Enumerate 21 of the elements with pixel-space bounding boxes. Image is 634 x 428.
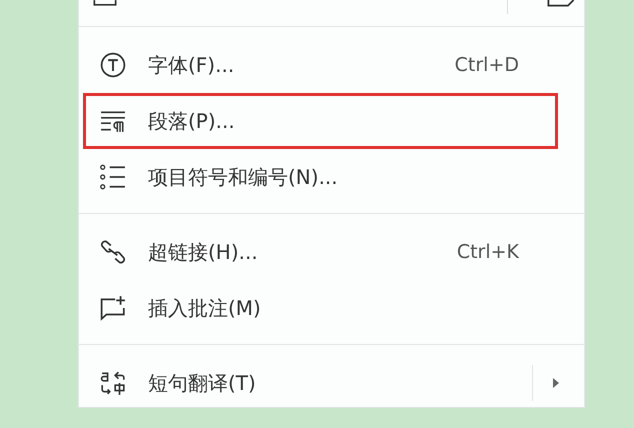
menu-item-label: 项目符号和编号(N)... bbox=[148, 164, 338, 190]
menu-item[interactable]: 插入批注(M) bbox=[83, 280, 558, 336]
menu-item[interactable]: 短句翻译(T) bbox=[83, 355, 558, 411]
menu-item-label: 字体(F)... bbox=[148, 52, 234, 78]
link-icon bbox=[100, 239, 126, 265]
translate-icon bbox=[100, 370, 126, 396]
box-icon bbox=[93, 0, 117, 7]
letter-t-circle-icon bbox=[100, 52, 126, 78]
box-icon bbox=[546, 0, 576, 7]
menu-item[interactable]: 段落(P)... bbox=[83, 93, 558, 149]
shortcut-label: Ctrl+K bbox=[456, 241, 519, 263]
menu-item[interactable]: 超链接(H)... Ctrl+K bbox=[83, 224, 558, 280]
add-comment-icon bbox=[100, 295, 126, 321]
shortcut-label: Ctrl+D bbox=[454, 54, 519, 76]
menu-item-label: 短句翻译(T) bbox=[148, 370, 256, 396]
menu-item[interactable]: 项目符号和编号(N)... bbox=[83, 149, 558, 205]
menu-item-label: 超链接(H)... bbox=[148, 238, 258, 266]
bullet-list-icon bbox=[100, 164, 126, 190]
menu-item-label: 插入批注(M) bbox=[148, 294, 261, 322]
menu-item-label: 段落(P)... bbox=[148, 108, 235, 134]
menu-item[interactable]: 字体(F)... Ctrl+D bbox=[83, 37, 558, 93]
